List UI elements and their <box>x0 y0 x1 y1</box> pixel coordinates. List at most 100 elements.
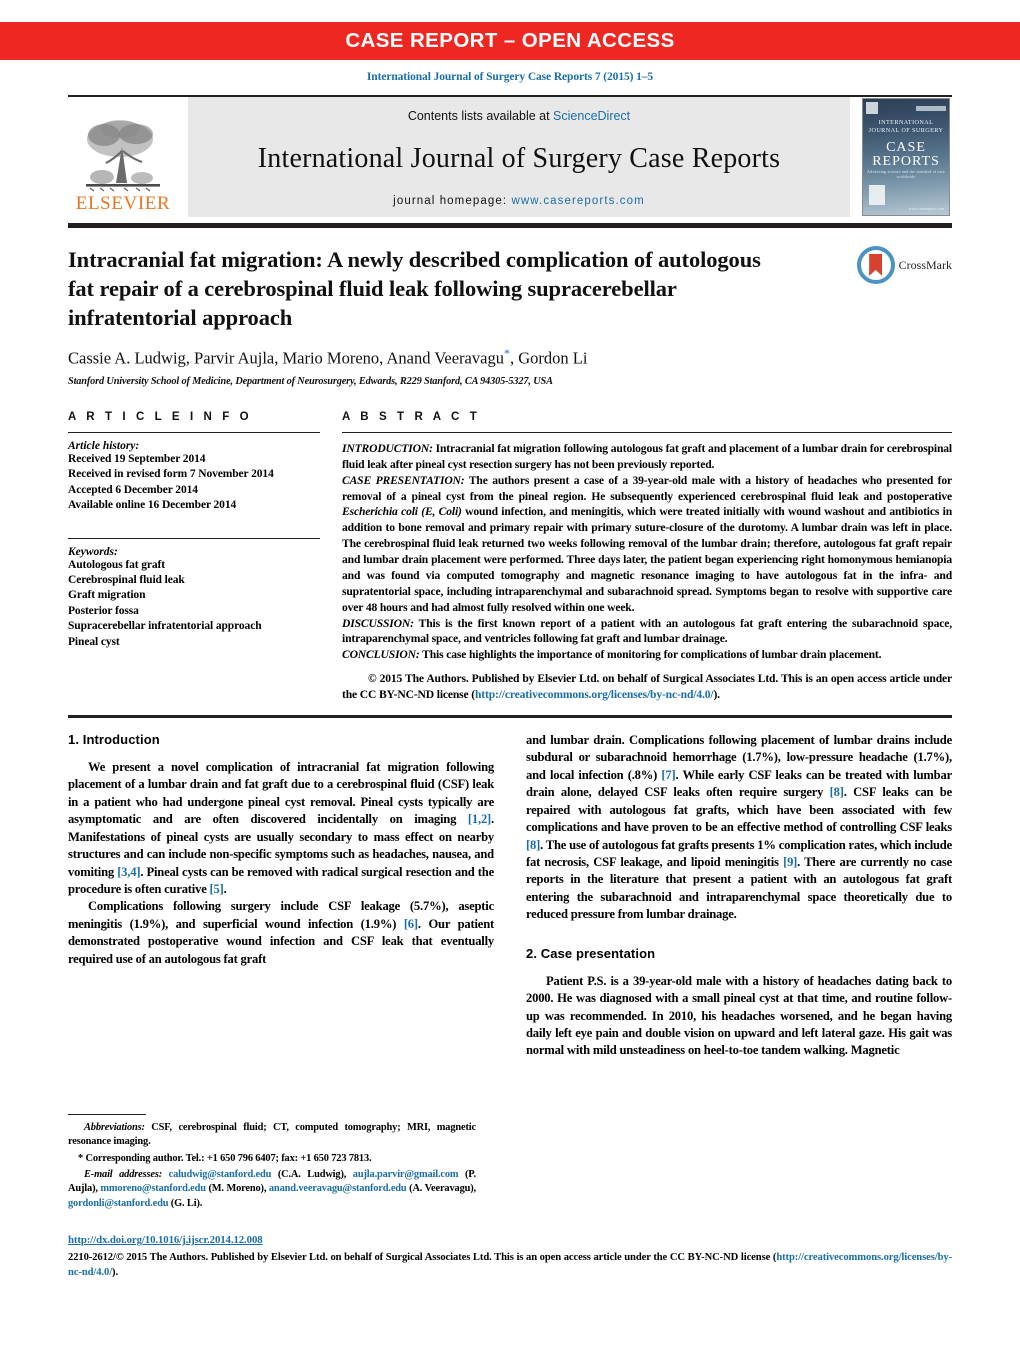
info-abstract-region: A R T I C L E I N F O Article history: R… <box>68 411 952 703</box>
crossmark-label: CrossMark <box>898 257 952 272</box>
page-title: Intracranial fat migration: A newly desc… <box>68 247 761 330</box>
section-heading-case-presentation: 2. Case presentation <box>526 945 656 961</box>
footnote-rule <box>68 1114 146 1115</box>
elsevier-tree-icon <box>86 120 160 192</box>
journal-masthead: ELSEVIER Contents lists available at Sci… <box>68 95 952 217</box>
body-column-left: 1. Introduction We present a novel compl… <box>68 732 494 1060</box>
citation-ref[interactable]: [9] <box>783 855 797 869</box>
journal-homepage-line: journal homepage: www.casereports.com <box>393 195 645 207</box>
title-block: CrossMark Intracranial fat migration: A … <box>68 246 952 387</box>
citation-ref[interactable]: [6] <box>404 917 418 931</box>
email-link[interactable]: mmoreno@stanford.edu <box>100 1183 206 1194</box>
abstract-introduction-text: Intracranial fat migration following aut… <box>342 441 952 471</box>
citation-ref[interactable]: [7] <box>661 768 675 782</box>
cover-elsevier-mark-icon <box>866 102 878 114</box>
history-item: Accepted 6 December 2014 <box>68 483 198 496</box>
cover-issue-bar <box>916 105 946 111</box>
keywords-block: Keywords: Autologous fat graft Cerebrosp… <box>68 537 320 650</box>
intro-paragraph-1: We present a novel complication of intra… <box>68 759 494 899</box>
journal-title: International Journal of Surgery Case Re… <box>257 143 781 174</box>
history-item: Received in revised form 7 November 2014 <box>68 468 274 481</box>
cover-seal-icon <box>869 185 885 205</box>
doi-footer: http://dx.doi.org/10.1016/j.ijscr.2014.1… <box>68 1230 952 1281</box>
history-item: Received 19 September 2014 <box>68 452 206 465</box>
article-info-heading: A R T I C L E I N F O <box>68 410 253 423</box>
abstract-discussion-label: DISCUSSION: <box>342 616 414 630</box>
footnotes-block: Abbreviations: CSF, cerebrospinal fluid;… <box>68 1114 476 1211</box>
keyword-item: Posterior fossa <box>68 604 139 617</box>
cover-text-international: INTERNATIONAL <box>878 119 934 126</box>
cover-text-case: CASE <box>886 140 926 155</box>
email-link[interactable]: aujla.parvir@gmail.com <box>353 1169 459 1180</box>
paper-page: CASE REPORT – OPEN ACCESS International … <box>0 22 1020 1351</box>
article-info-rule <box>68 431 320 433</box>
keywords-rule <box>68 537 320 539</box>
cover-url: www.casereports.com <box>908 206 944 211</box>
body-column-right: and lumbar drain. Complications followin… <box>526 732 952 1060</box>
abstract-bottom-rule <box>68 714 952 718</box>
article-info-column: A R T I C L E I N F O Article history: R… <box>68 411 320 703</box>
abstract-rule <box>342 431 952 433</box>
abstract-heading: A B S T R A C T <box>342 410 481 423</box>
keyword-item: Cerebrospinal fluid leak <box>68 573 185 586</box>
cc-license-link[interactable]: http://creativecommons.org/licenses/by-n… <box>475 688 714 701</box>
cover-header-row <box>866 101 946 115</box>
citation-ref[interactable]: [8] <box>526 838 540 852</box>
homepage-prefix: journal homepage: <box>393 195 512 207</box>
abstract-species-name: Escherichia coli (E, Coli) <box>342 505 462 519</box>
keyword-item: Pineal cyst <box>68 635 120 648</box>
copyright-text-b: ). <box>713 688 720 702</box>
keyword-item: Graft migration <box>68 589 146 602</box>
abstract-column: A B S T R A C T INTRODUCTION: Intracrani… <box>342 411 952 703</box>
email-owner: (G. Li). <box>168 1197 203 1209</box>
case-paragraph-1: Patient P.S. is a 39-year-old male with … <box>526 973 952 1058</box>
open-access-banner: CASE REPORT – OPEN ACCESS <box>0 22 1020 60</box>
abstract-conclusion-text: This case highlights the importance of m… <box>419 648 882 662</box>
masthead-bottom-rule <box>68 223 952 228</box>
keyword-item: Supracerebellar infratentorial approach <box>68 620 262 633</box>
email-owner: (M. Moreno), <box>205 1183 269 1195</box>
doi-link[interactable]: http://dx.doi.org/10.1016/j.ijscr.2014.1… <box>68 1234 263 1246</box>
crossmark-icon <box>856 246 895 284</box>
journal-citation-line: International Journal of Surgery Case Re… <box>366 71 654 83</box>
author-list: Cassie A. Ludwig, Parvir Aujla, Mario Mo… <box>68 346 952 369</box>
sciencedirect-link[interactable]: ScienceDirect <box>553 109 630 123</box>
doi-copyright-text: 2210-2612/© 2015 The Authors. Published … <box>68 1251 952 1281</box>
abstract-copyright: © 2015 The Authors. Published by Elsevie… <box>342 671 952 703</box>
cover-text-reports: REPORTS <box>872 154 940 169</box>
citation-ref[interactable]: [3,4] <box>117 865 140 879</box>
abstract-conclusion-label: CONCLUSION: <box>342 648 420 662</box>
cover-text-journal: JOURNAL OF SURGERY <box>868 126 944 134</box>
abstract-discussion-text: This is the first known report of a pati… <box>342 616 952 646</box>
email-addresses-label: E-mail addresses: <box>84 1169 163 1181</box>
author-names: Cassie A. Ludwig, Parvir Aujla, Mario Mo… <box>68 348 504 368</box>
email-link[interactable]: caludwig@stanford.edu <box>169 1169 272 1180</box>
cover-line-2: CASE REPORTS <box>863 141 949 169</box>
citation-ref[interactable]: [5] <box>210 882 224 896</box>
cover-image: INTERNATIONAL JOURNAL OF SURGERY CASE RE… <box>862 98 950 216</box>
email-link[interactable]: anand.veeravagu@stanford.edu <box>269 1183 407 1194</box>
email-link[interactable]: gordonli@stanford.edu <box>68 1198 168 1209</box>
abstract-text: INTRODUCTION: Intracranial fat migration… <box>342 441 952 663</box>
banner-label: CASE REPORT – OPEN ACCESS <box>345 29 675 52</box>
author-names-tail: , Gordon Li <box>509 348 588 368</box>
journal-cover-thumbnail: INTERNATIONAL JOURNAL OF SURGERY CASE RE… <box>860 97 952 217</box>
contents-prefix: Contents lists available at <box>407 109 554 123</box>
email-owner: (A. Veeravagu), <box>406 1183 476 1195</box>
keyword-item: Autologous fat graft <box>68 558 166 571</box>
body-columns: 1. Introduction We present a novel compl… <box>68 732 952 1060</box>
cover-line-1: INTERNATIONAL JOURNAL OF SURGERY <box>863 119 949 135</box>
crossmark-badge[interactable]: CrossMark <box>856 246 952 284</box>
footnote-corresponding-author: * Corresponding author. Tel.: +1 650 796… <box>78 1152 372 1164</box>
elsevier-logo: ELSEVIER <box>68 97 178 217</box>
citation-ref[interactable]: [8] <box>830 785 844 799</box>
article-history-label: Article history: <box>68 439 140 452</box>
abstract-introduction-label: INTRODUCTION: <box>342 441 433 455</box>
email-owner: (C.A. Ludwig), <box>271 1169 353 1181</box>
citation-ref[interactable]: [1,2] <box>468 812 491 826</box>
abstract-case-text-b: wound infection, and meningitis, which w… <box>342 505 952 614</box>
intro-paragraph-2: Complications following surgery include … <box>68 898 494 968</box>
author-affiliation: Stanford University School of Medicine, … <box>68 375 553 387</box>
abbreviations-label: Abbreviations: <box>84 1122 145 1133</box>
journal-homepage-link[interactable]: www.casereports.com <box>511 195 644 207</box>
